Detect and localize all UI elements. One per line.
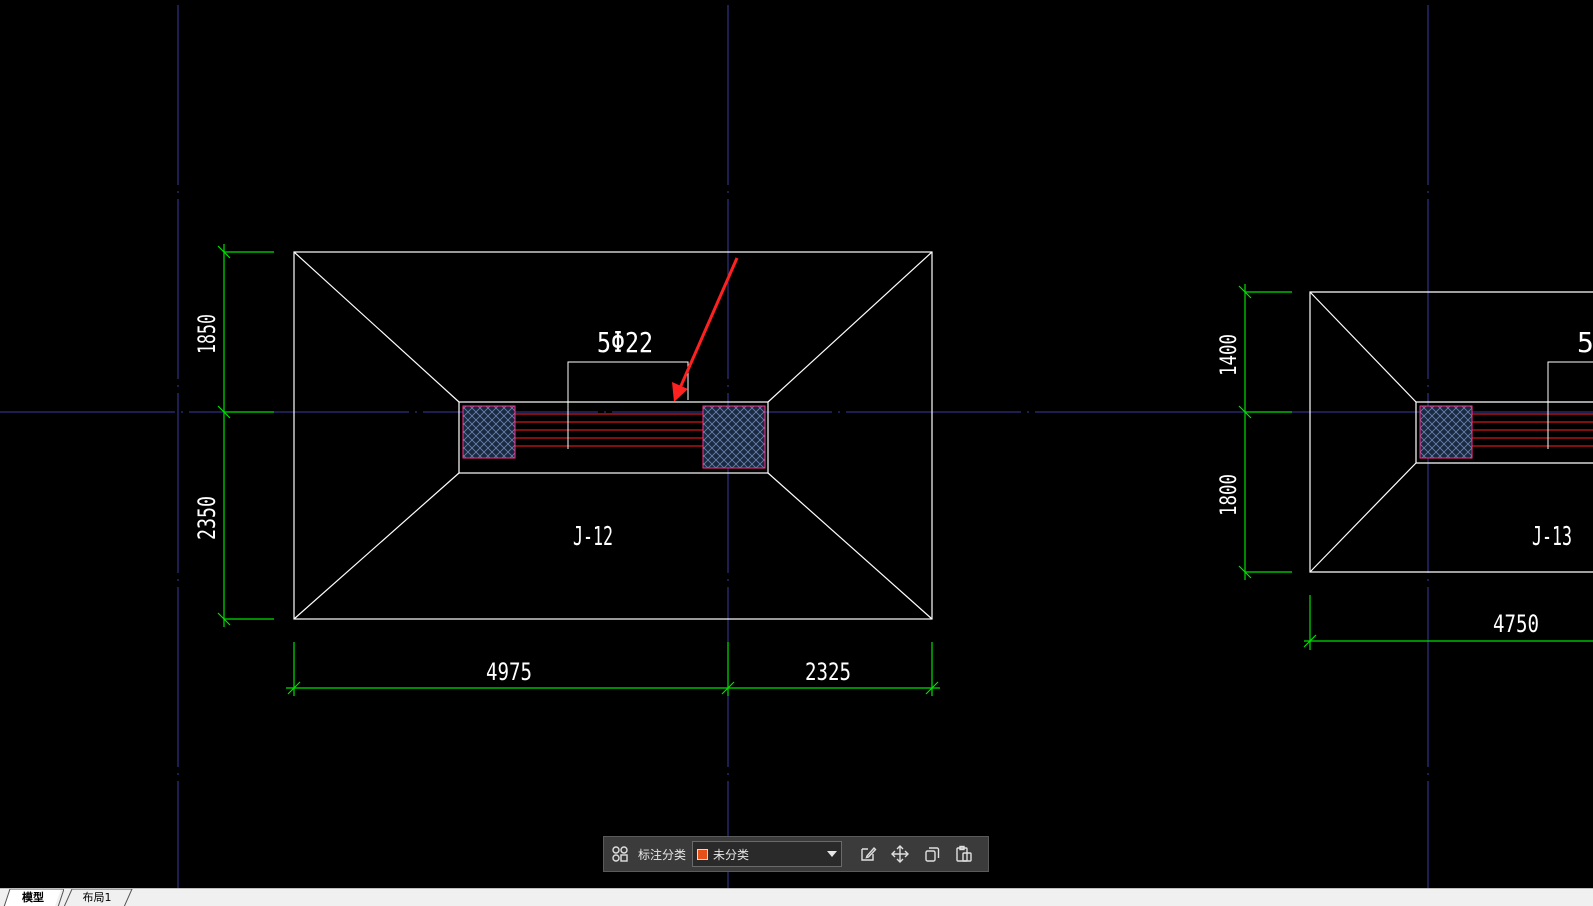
copy-icon[interactable] [919,841,945,867]
column-left-j12[interactable] [462,405,516,459]
footing-j12-outline [293,251,933,620]
column-right-j12[interactable] [702,405,766,469]
dim-1400: 1400 [1217,334,1242,376]
annotation-category-value: 未分类 [713,847,750,862]
dim-4975: 4975 [486,658,532,686]
column-left-j13[interactable] [1419,405,1473,459]
annotation-category-label: 标注分类 [638,847,687,862]
rebar-leader-j13 [1547,361,1593,449]
dim-1800: 1800 [1217,474,1242,516]
red-arrow-annotation[interactable] [672,257,739,402]
footing-j12-slope-lines [293,251,933,620]
dim-2325: 2325 [805,658,851,686]
footing-j13-rebars [1472,413,1593,447]
rebar-leader-j12 [567,361,689,449]
grid-icon[interactable] [607,841,633,867]
footing-j12-rebars [515,413,703,447]
edit-icon[interactable] [855,841,881,867]
drawing-canvas[interactable]: 5Φ22 J-12 1850 2350 4975 2325 5 J-13 140… [0,0,1593,888]
dim-2350: 2350 [193,496,221,540]
chevron-down-icon [827,851,838,857]
dimension-horizontal-j13[interactable] [1303,595,1593,650]
rebar-note-j12[interactable]: 5Φ22 [597,326,653,359]
dim-4750: 4750 [1493,610,1539,638]
footing-label-j12[interactable]: J-12 [573,522,613,552]
dimension-vertical-j12[interactable] [217,244,274,627]
layout-tab-bar: 模型 布局1 [0,888,1593,906]
footing-j12[interactable]: 5Φ22 J-12 [293,251,933,620]
dim-1850: 1850 [193,314,221,354]
tab-layout1[interactable]: 布局1 [64,889,130,906]
paste-icon[interactable] [951,841,977,867]
footing-j13[interactable]: 5 J-13 [1309,291,1593,573]
grid-lines [0,5,1593,888]
footing-label-j13[interactable]: J-13 [1532,522,1572,552]
move-icon[interactable] [887,841,913,867]
annotation-category-select[interactable]: 未分类 [692,841,843,867]
tab-model[interactable]: 模型 [4,889,61,906]
rebar-note-j13: 5 [1577,326,1593,359]
category-color-swatch [697,848,709,860]
dimension-vertical-j13[interactable] [1238,284,1292,580]
annotation-toolbar: 标注分类 未分类 [603,836,989,872]
